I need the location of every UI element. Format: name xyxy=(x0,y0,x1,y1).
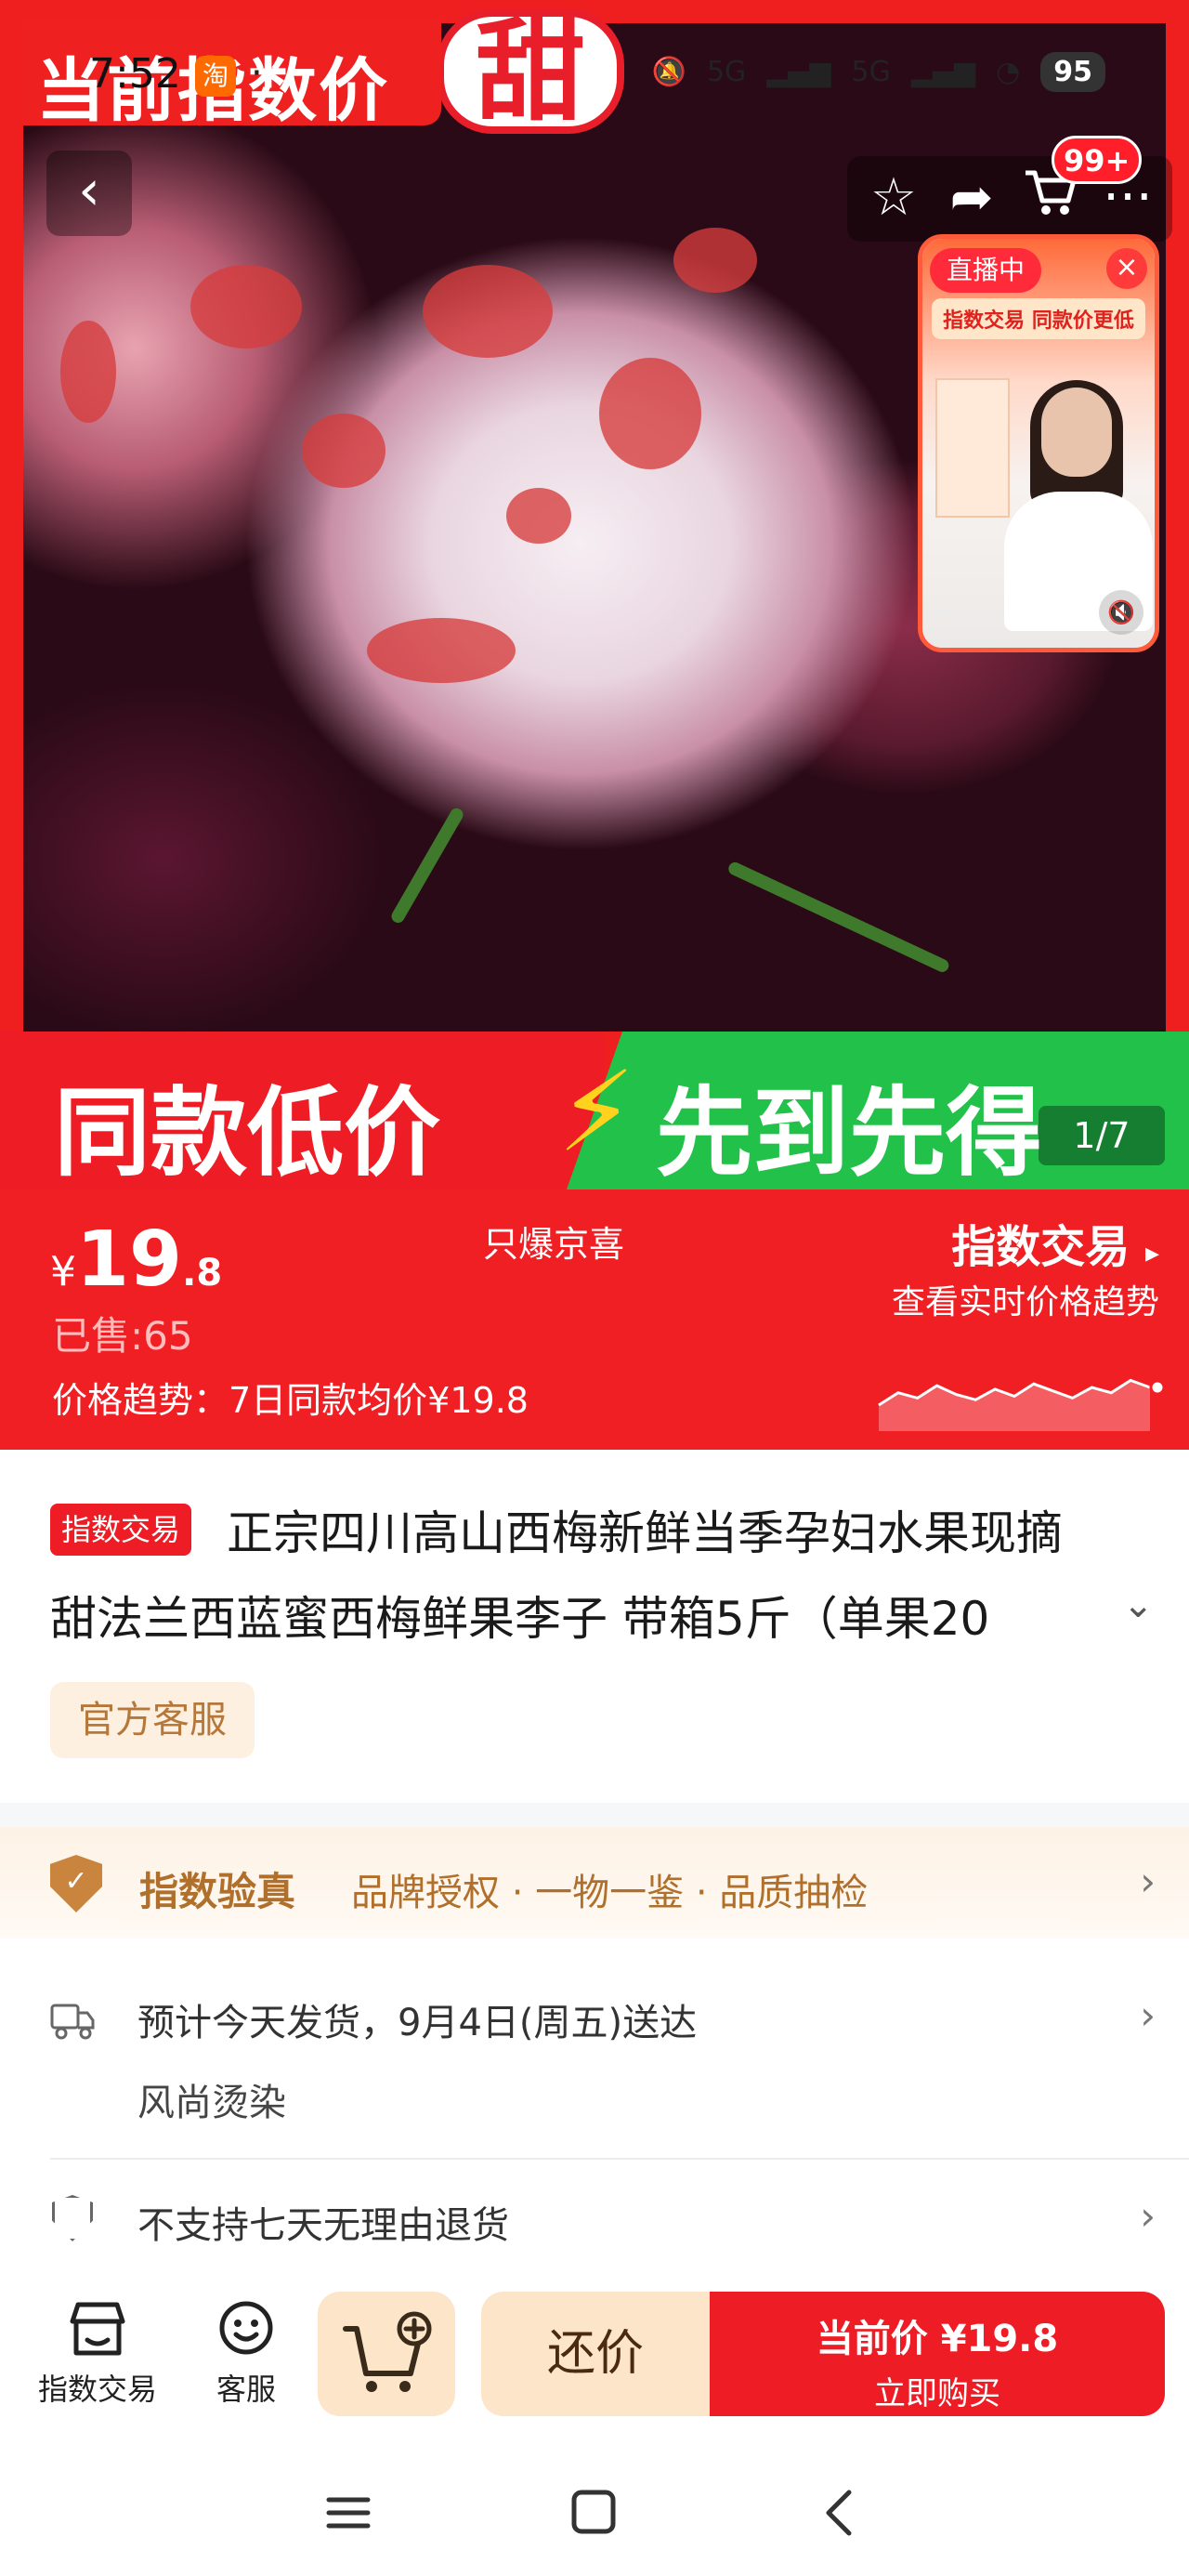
index-trade-link[interactable]: 指数交易 ▸ xyxy=(951,1210,1159,1275)
trend-end-point xyxy=(1149,1379,1166,1396)
lightning-icon: ⚡ xyxy=(557,1048,636,1177)
index-trade-badge: 指数交易 xyxy=(50,1504,192,1556)
buy-label: 立即购买 xyxy=(874,2375,1000,2412)
cart-count-badge: 99+ xyxy=(1052,136,1143,184)
wifi-icon: ◔ xyxy=(996,56,1021,88)
share-icon: ➦ xyxy=(949,167,994,228)
shop-label: 指数交易 xyxy=(37,2372,157,2407)
price-trend-text: 价格趋势：7日同款均价¥19.8 xyxy=(52,1380,529,1421)
product-title-line-2: 甜法兰西蓝蜜西梅鲜果李子 带箱5斤（单果20 xyxy=(50,1592,990,1646)
section-gap xyxy=(0,1803,1189,1827)
live-badge: 直播中 xyxy=(930,248,1042,293)
trend-area xyxy=(879,1380,1150,1431)
official-service-chip[interactable]: 官方客服 xyxy=(50,1682,255,1758)
return-policy-text: 不支持七天无理由退货 xyxy=(137,2204,509,2247)
price-band: ¥19.8 已售:65 价格趋势：7日同款均价¥19.8 只爆京喜 指数交易 ▸… xyxy=(0,1189,1189,1450)
chat-smile-icon xyxy=(219,2301,273,2355)
delivery-sub: 风尚烫染 xyxy=(137,2082,286,2124)
authenticity-title: 指数验真 xyxy=(139,1869,296,1914)
chevron-right-icon: › xyxy=(1140,2193,1156,2239)
price-trend-link[interactable]: 查看实时价格趋势 xyxy=(892,1275,1159,1323)
more-notifications-icon: · xyxy=(251,52,263,95)
taobao-app-icon: 淘 xyxy=(195,56,236,97)
mute-toggle[interactable]: 🔇 xyxy=(1099,590,1143,635)
live-sign-board xyxy=(935,378,1010,518)
speaker-muted-icon: 🔇 xyxy=(1107,599,1135,625)
buy-now-button[interactable]: 当前价 ¥19.8 立即购买 xyxy=(710,2292,1165,2416)
price-trend-chart[interactable] xyxy=(873,1357,1170,1431)
index-trade-label: 指数交易 xyxy=(951,1221,1130,1273)
image-counter: 1/7 xyxy=(1039,1106,1165,1165)
chevron-left-icon: ‹ xyxy=(78,158,100,223)
chevron-right-icon: › xyxy=(1140,1859,1156,1904)
current-price: ¥19.8 xyxy=(50,1216,222,1304)
live-close-button[interactable]: × xyxy=(1106,248,1147,289)
promo-first-come-text: 先到先得 xyxy=(656,1076,1043,1189)
bottom-action-bar: 指数交易 客服 还价 当前价 ¥19.8 立即购买 xyxy=(0,2271,1189,2448)
truck-icon xyxy=(50,2004,95,2040)
price-integer: 19 xyxy=(76,1216,183,1304)
expand-title-button[interactable]: ⌄ xyxy=(1122,1584,1154,1626)
signal-bars-icon: ▂▄▆ xyxy=(910,56,976,88)
menu-icon[interactable] xyxy=(316,2485,381,2541)
status-time: 7:52 xyxy=(89,50,181,98)
sold-count: 已售:65 xyxy=(52,1313,193,1359)
star-icon: ☆ xyxy=(869,167,918,228)
product-title-line-1: 正宗四川高山西梅新鲜当季孕妇水果现摘 xyxy=(227,1506,1063,1560)
shield-check-icon: ✓ xyxy=(50,1855,102,1912)
promo-low-price: 同款低价 xyxy=(0,1032,604,1189)
cart-plus-icon xyxy=(343,2311,432,2392)
live-stream-window[interactable]: 指数交易 同款价更低 直播中 × 🔇 xyxy=(918,234,1159,652)
price-decimal: .8 xyxy=(182,1252,223,1295)
return-policy-row[interactable]: 不支持七天无理由退货 › xyxy=(0,2160,1189,2271)
mute-icon: 🔕 xyxy=(651,56,686,88)
favorite-button[interactable]: ☆ xyxy=(860,165,927,232)
brand-tag: 只爆京喜 xyxy=(483,1224,625,1265)
signal-1-label: 5G xyxy=(706,56,747,88)
chevron-right-icon: › xyxy=(1140,1992,1156,2038)
authenticity-desc: 品牌授权 · 一物一鉴 · 品质抽检 xyxy=(351,1872,869,1914)
authenticity-row[interactable]: ✓ 指数验真 品牌授权 · 一物一鉴 · 品质抽检 › xyxy=(0,1827,1189,1939)
system-nav-bar xyxy=(0,2448,1189,2576)
promo-low-price-text: 同款低价 xyxy=(54,1076,441,1189)
back-nav-icon[interactable] xyxy=(808,2485,873,2541)
caret-right-icon: ▸ xyxy=(1144,1237,1159,1269)
signal-bars-icon: ▂▄▆ xyxy=(766,56,831,88)
delivery-row[interactable]: 预计今天发货，9月4日(周五)送达 风尚烫染 › xyxy=(0,1939,1189,2162)
buy-price: 当前价 ¥19.8 xyxy=(816,2318,1059,2360)
share-button[interactable]: ➦ xyxy=(938,165,1005,232)
promo-banner: 同款低价 先到先得 ⚡ xyxy=(0,1032,1189,1189)
customer-service-button[interactable]: 客服 xyxy=(176,2299,316,2409)
shop-button[interactable]: 指数交易 xyxy=(28,2299,167,2409)
status-bar: 7:52 淘 · 🔕 5G ▂▄▆ 5G ▂▄▆ ◔ 95 xyxy=(0,45,1189,110)
bargain-button[interactable]: 还价 xyxy=(481,2292,710,2416)
service-label: 客服 xyxy=(216,2372,276,2407)
chevron-down-icon: ⌄ xyxy=(1122,1584,1154,1626)
product-info-card: 指数交易 正宗四川高山西梅新鲜当季孕妇水果现摘 甜法兰西蓝蜜西梅鲜果李子 带箱5… xyxy=(0,1450,1189,1803)
live-caption: 指数交易 同款价更低 xyxy=(932,298,1145,339)
store-icon xyxy=(70,2302,125,2356)
signal-2-label: 5G xyxy=(851,56,891,88)
home-icon[interactable] xyxy=(561,2485,626,2541)
shield-outline-icon xyxy=(52,2195,93,2241)
status-icons: 🔕 5G ▂▄▆ 5G ▂▄▆ ◔ 95 xyxy=(652,52,1105,92)
back-button[interactable]: ‹ xyxy=(46,151,132,236)
price-currency: ¥ xyxy=(50,1248,76,1295)
add-to-cart-button[interactable] xyxy=(318,2292,455,2416)
delivery-estimate: 预计今天发货，9月4日(周五)送达 xyxy=(137,2002,698,2044)
battery-indicator: 95 xyxy=(1040,52,1105,92)
